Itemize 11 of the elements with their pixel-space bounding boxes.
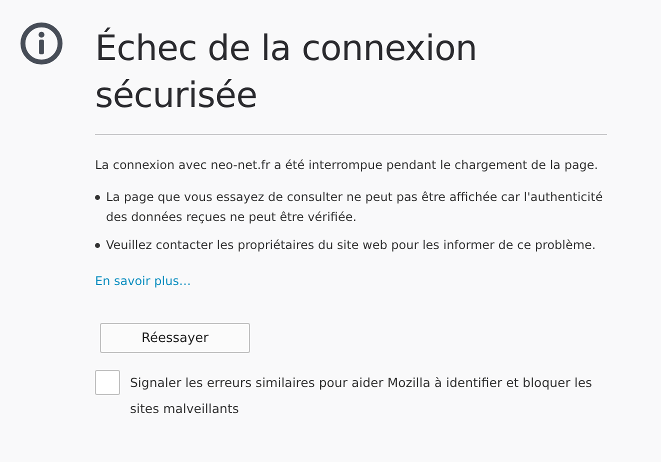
bullet-text: Veuillez contacter les propriétaires du site web pour les informer de ce problème. (106, 237, 596, 254)
page-title: Échec de la connexion sécurisée (95, 26, 607, 135)
report-checkbox[interactable] (95, 370, 120, 395)
bullet-text: La page que vous essayez de consulter ne peut pas être affichée car l'authenticité des données reçues ne peut être vérifiée. (106, 189, 604, 226)
report-label: Signaler les erreurs similaires pour aider Mozilla à identifier et bloquer les sites malveillants (130, 374, 594, 418)
learn-more-link[interactable]: En savoir plus… (95, 271, 191, 291)
retry-button[interactable]: Réessayer (100, 323, 250, 353)
error-message: La connexion avec neo-net.fr a été interrompue pendant le chargement de la page. (95, 157, 600, 174)
info-icon (20, 22, 63, 65)
bullet-icon (95, 243, 100, 248)
bullet-icon (95, 195, 100, 200)
